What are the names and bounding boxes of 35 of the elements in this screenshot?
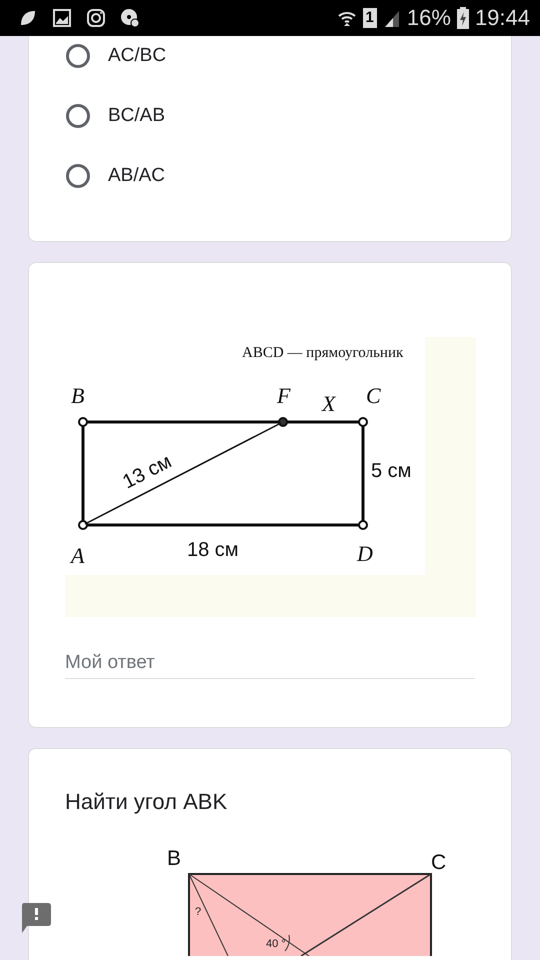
angle-label: 40 ° bbox=[266, 938, 286, 950]
disc-alert-icon bbox=[120, 8, 140, 28]
option-label: AC/BC bbox=[108, 45, 166, 67]
radio-button[interactable] bbox=[66, 44, 90, 68]
length-label: 13 см bbox=[119, 450, 176, 494]
feedback-icon[interactable] bbox=[21, 903, 51, 933]
option-label: AB/AC bbox=[108, 165, 166, 187]
point-label: C bbox=[431, 851, 446, 874]
leaf-icon bbox=[18, 8, 38, 28]
point-label: A bbox=[71, 543, 84, 568]
radio-option[interactable]: AC/BC bbox=[65, 36, 475, 76]
radio-option[interactable]: AB/AC bbox=[65, 156, 475, 196]
point-label: B bbox=[167, 847, 182, 870]
figure-caption: ABCD — прямоугольник bbox=[242, 345, 404, 361]
image-icon bbox=[52, 8, 72, 28]
battery-percent: 16% bbox=[406, 5, 451, 31]
length-label: 18 см bbox=[187, 539, 239, 561]
question-title: Найти угол ABK bbox=[65, 789, 228, 815]
battery-charging-icon bbox=[456, 7, 469, 29]
clock-time: 19:44 bbox=[474, 5, 530, 31]
answer-field[interactable]: Мой ответ bbox=[65, 647, 475, 679]
signal-icon bbox=[382, 9, 401, 27]
sim-badge: 1 bbox=[362, 8, 377, 28]
camera-icon bbox=[86, 8, 106, 28]
radio-button[interactable] bbox=[66, 164, 90, 188]
point-label: B bbox=[71, 383, 84, 408]
point-label: X bbox=[322, 391, 336, 416]
point-label: C bbox=[366, 383, 381, 408]
radio-button[interactable] bbox=[66, 104, 90, 128]
length-label: 5 см bbox=[371, 460, 412, 482]
point-label: D bbox=[357, 541, 373, 566]
option-label: BC/AB bbox=[108, 105, 166, 127]
radio-option[interactable]: BC/AB bbox=[65, 96, 475, 136]
point-label: F bbox=[277, 383, 290, 408]
angle-label: ? bbox=[195, 906, 202, 918]
